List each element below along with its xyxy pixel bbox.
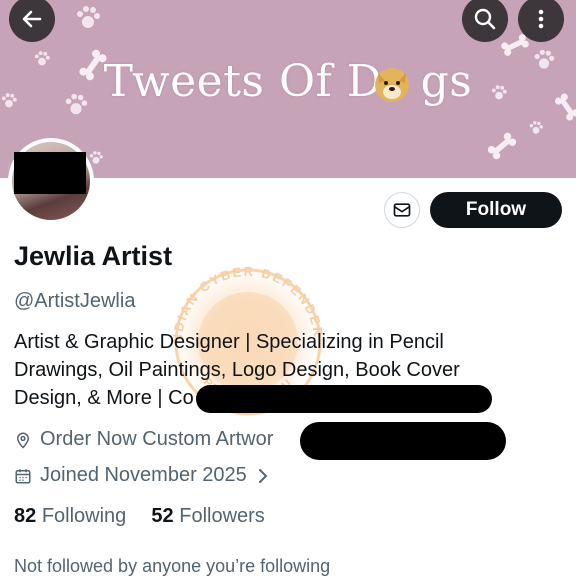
following-label: Following [41,505,127,527]
following-link[interactable]: 82 Following [14,505,126,527]
paw-print-icon [77,6,100,28]
mail-icon [393,203,411,217]
chevron-right-icon [258,468,268,483]
profile-banner[interactable]: Tweets Of D gs [0,0,576,178]
followers-link[interactable]: 52 Followers [151,505,264,527]
redaction-block [300,422,506,460]
bio-line: Drawings, Oil Paintings, Logo Design, Bo… [14,359,460,381]
location-pin-icon [16,432,30,449]
follow-button[interactable]: Follow [430,192,562,228]
more-options-button[interactable] [518,0,564,42]
profile-joined[interactable]: Joined November 2025 [14,464,277,487]
joined-text: Joined November 2025 [40,464,247,486]
profile-stats: 82 Following 52 Followers [14,505,265,528]
profile-location[interactable]: Order Now Custom Artwor [14,428,273,451]
banner-title: Tweets Of D gs [0,56,576,107]
banner-title-prefix: Tweets Of D [103,56,383,107]
bio-line: Artist & Graphic Designer | Specializing… [14,331,444,353]
back-button[interactable] [9,0,55,42]
followers-count: 52 [151,505,174,527]
banner-title-suffix: gs [420,56,473,107]
more-vertical-icon [538,9,544,29]
calendar-icon [15,468,31,483]
doge-face-icon [375,68,409,102]
following-count: 82 [14,505,37,527]
redaction-block [196,385,492,413]
location-text: Order Now Custom Artwor [40,428,274,450]
follow-button-label: Follow [465,199,527,220]
profile-handle: @ArtistJewlia [14,290,136,312]
search-icon [474,8,496,30]
redaction-block [14,152,86,194]
not-followed-note: Not followed by anyone you’re following [14,556,331,576]
message-button[interactable] [384,192,420,228]
followers-label: Followers [179,505,265,527]
profile-name: Jewlia Artist [14,241,173,271]
paw-print-icon [529,121,543,134]
bone-icon [487,132,517,160]
arrow-left-icon [22,10,42,28]
